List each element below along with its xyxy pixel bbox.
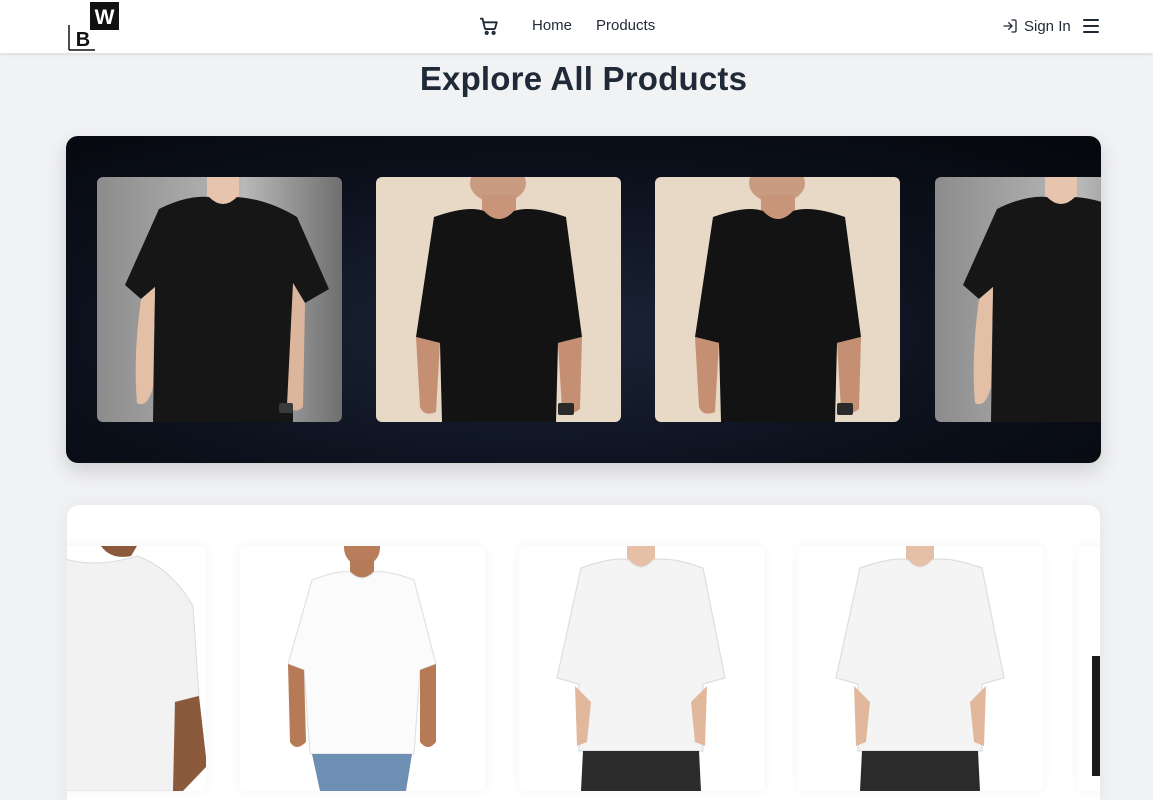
page-title: Explore All Products — [419, 60, 748, 97]
product-card[interactable] — [798, 546, 1043, 791]
product-image — [655, 177, 900, 422]
featured-carousel — [66, 136, 1101, 463]
shopping-cart-icon — [479, 17, 498, 35]
product-card[interactable] — [935, 177, 1101, 422]
product-image — [67, 546, 206, 791]
nav-link-products[interactable]: Products — [596, 17, 655, 34]
product-image — [1078, 546, 1100, 791]
sign-in-label: Sign In — [1024, 17, 1071, 35]
product-image — [798, 546, 1043, 791]
white-tshirt-carousel — [67, 505, 1100, 800]
product-image — [376, 177, 621, 422]
product-card[interactable] — [655, 177, 900, 422]
product-image — [97, 177, 342, 422]
product-card[interactable] — [1078, 546, 1100, 791]
product-image — [519, 546, 764, 791]
product-image — [240, 546, 485, 791]
product-image — [935, 177, 1101, 422]
cart-button[interactable] — [478, 15, 500, 37]
navbar: W B Home Products Sign In — [0, 0, 1153, 53]
product-card[interactable] — [376, 177, 621, 422]
logo-letter-w: W — [95, 6, 115, 29]
product-card[interactable] — [240, 546, 485, 791]
logo-letter-b: B — [76, 29, 90, 51]
hamburger-menu-icon — [1083, 19, 1099, 33]
menu-button[interactable] — [1081, 15, 1101, 37]
product-card[interactable] — [67, 546, 206, 791]
product-card[interactable] — [519, 546, 764, 791]
brand-logo[interactable]: W B — [68, 1, 120, 51]
sign-in-button[interactable]: Sign In — [1002, 16, 1071, 36]
product-card[interactable] — [97, 177, 342, 422]
nav-link-home[interactable]: Home — [532, 17, 572, 34]
log-in-icon — [1003, 19, 1017, 33]
